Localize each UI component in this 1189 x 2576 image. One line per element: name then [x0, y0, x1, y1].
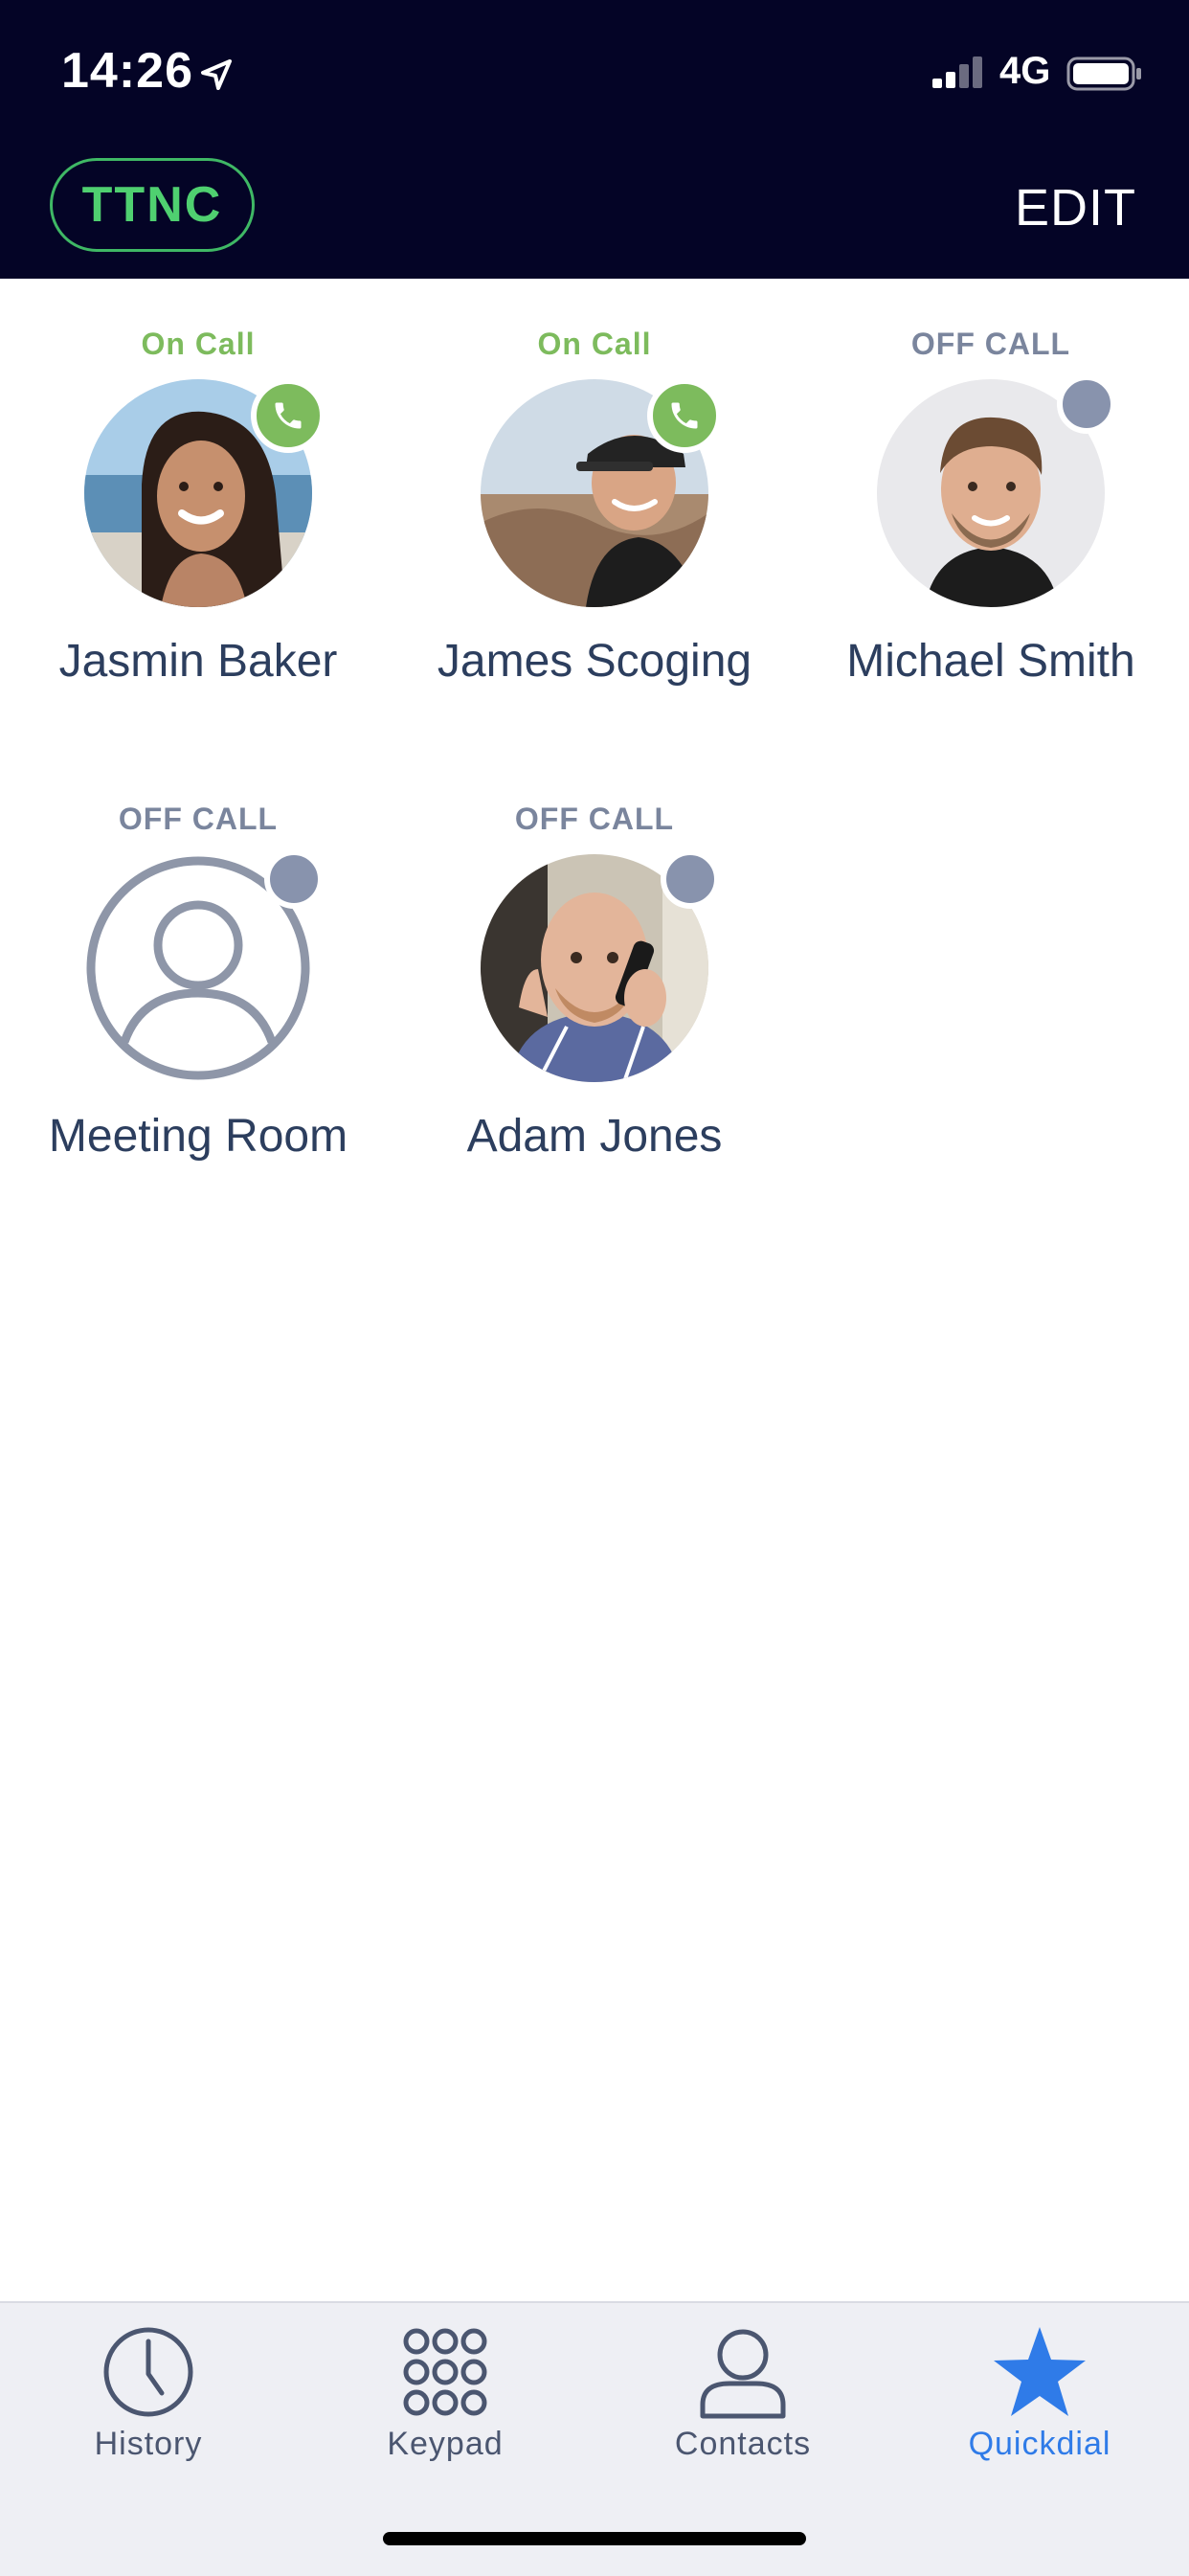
tab-label: History [94, 2426, 203, 2462]
contact-name: Michael Smith [846, 636, 1135, 687]
tab-keypad[interactable]: Keypad [297, 2311, 594, 2483]
network-type: 4G [999, 50, 1051, 92]
location-arrow-icon [201, 59, 232, 90]
status-time: 14:26 [61, 43, 193, 99]
person-icon [700, 2329, 786, 2419]
contact-name: Jasmin Baker [58, 636, 338, 687]
contact-tile-michael-smith[interactable]: OFF CALL Michael Smith [793, 279, 1189, 690]
offline-indicator [264, 849, 324, 909]
tab-label: Keypad [387, 2426, 504, 2462]
contact-name: James Scoging [437, 636, 752, 687]
contact-tile-adam-jones[interactable]: OFF CALL Adam Jones [396, 754, 793, 1165]
on-call-indicator [647, 378, 722, 453]
on-call-indicator [251, 378, 325, 453]
tab-quickdial[interactable]: Quickdial [891, 2311, 1188, 2483]
clock-icon [103, 2327, 193, 2417]
call-status-label: On Call [141, 327, 256, 361]
offline-indicator [661, 849, 720, 909]
contact-name: Adam Jones [466, 1111, 723, 1162]
star-icon [994, 2327, 1086, 2416]
call-status-label: OFF CALL [118, 802, 279, 836]
keypad-icon [403, 2328, 487, 2416]
call-status-label: OFF CALL [910, 327, 1071, 361]
cellular-signal-icon [932, 56, 982, 88]
phone-icon [671, 402, 698, 429]
call-status-label: On Call [537, 327, 652, 361]
edit-button[interactable]: EDIT [1015, 178, 1136, 237]
tab-contacts[interactable]: Contacts [594, 2311, 891, 2483]
home-indicator[interactable] [383, 2532, 806, 2545]
tab-label: Quickdial [968, 2426, 1111, 2462]
contact-name: Meeting Room [48, 1111, 348, 1162]
app-header: 14:26 4G TTNC EDIT [0, 0, 1189, 279]
call-status-label: OFF CALL [514, 802, 675, 836]
contact-tile-meeting-room[interactable]: OFF CALL Meeting Room [0, 754, 396, 1165]
contact-tile-jasmin-baker[interactable]: On Call Jasmin Baker [0, 279, 396, 690]
battery-icon [1066, 56, 1141, 91]
quickdial-grid: On Call Jasmin Baker On Call James Scogi… [0, 279, 1189, 2301]
offline-indicator [1057, 374, 1116, 434]
contact-tile-james-scoging[interactable]: On Call James Scoging [396, 279, 793, 690]
org-badge[interactable]: TTNC [50, 158, 255, 252]
phone-icon [275, 402, 302, 429]
tab-history[interactable]: History [0, 2311, 297, 2483]
tab-label: Contacts [674, 2426, 812, 2462]
